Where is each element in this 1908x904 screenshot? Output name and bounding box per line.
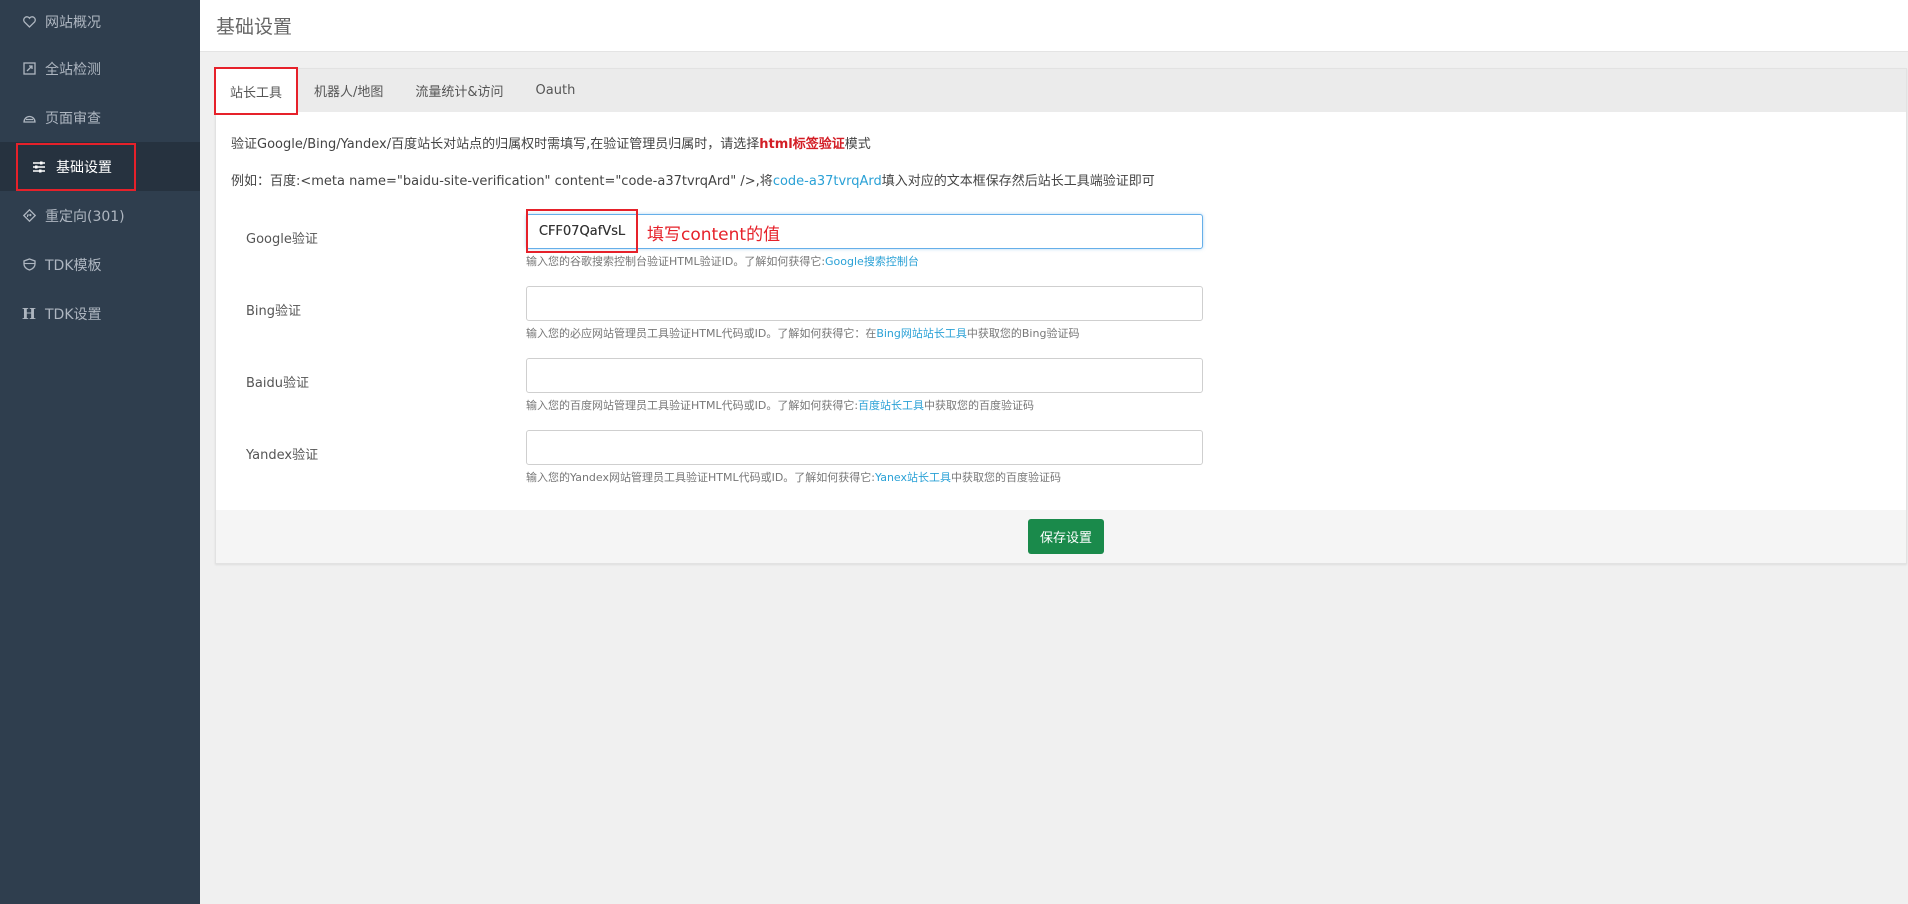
intro-text: 模式 xyxy=(844,137,871,152)
help-text: 中获取您的百度验证码 xyxy=(924,399,1035,412)
google-verification-input[interactable] xyxy=(526,214,1203,249)
sidebar-item-label: TDK设置 xyxy=(45,306,102,323)
yandex-webmaster-link[interactable]: Yanex站长工具 xyxy=(875,471,951,484)
google-help-text: 输入您的谷歌搜索控制台验证HTML验证ID。了解如何获得它:Google搜索控制… xyxy=(526,253,919,269)
bing-verification-row: Bing验证 输入您的必应网站管理员工具验证HTML代码或ID。了解如何获得它：… xyxy=(231,286,1891,358)
google-search-console-link[interactable]: Google搜索控制台 xyxy=(825,255,919,268)
tab-bar: 站长工具 机器人/地图 流量统计&访问 Oauth xyxy=(214,67,1906,115)
html-tag-verification-emphasis: html标签验证 xyxy=(759,137,845,152)
example-text: 例如：百度:<meta name="baidu-site-verificatio… xyxy=(231,174,773,189)
sidebar-item-page-review[interactable]: 页面审查 xyxy=(0,93,200,142)
heading-icon: H xyxy=(21,304,37,323)
yandex-label: Yandex验证 xyxy=(246,448,319,463)
tab-webmaster-tools[interactable]: 站长工具 xyxy=(214,67,299,115)
bing-help-text: 输入您的必应网站管理员工具验证HTML代码或ID。了解如何获得它：在Bing网站… xyxy=(526,325,1079,341)
help-text: 输入您的Yandex网站管理员工具验证HTML代码或ID。了解如何获得它: xyxy=(526,471,876,484)
sidebar-item-basic-settings[interactable]: 基础设置 xyxy=(0,142,200,191)
google-label: Google验证 xyxy=(246,232,318,247)
intro-line-1: 验证Google/Bing/Yandex/百度站长对站点的归属权时需填写,在验证… xyxy=(231,133,1891,152)
page-title: 基础设置 xyxy=(216,16,293,38)
tab-robots-sitemap[interactable]: 机器人/地图 xyxy=(298,69,399,112)
baidu-verification-input[interactable] xyxy=(526,358,1203,393)
highlight-box xyxy=(16,143,136,191)
sidebar-item-label: 重定向(301) xyxy=(45,208,125,225)
shield-icon xyxy=(22,258,36,272)
annotation-text: 填写content的值 xyxy=(647,225,781,245)
settings-panel: 站长工具 机器人/地图 流量统计&访问 Oauth 验证Google/Bing/… xyxy=(214,67,1907,564)
tab-traffic-stats[interactable]: 流量统计&访问 xyxy=(399,69,519,112)
sidebar-item-label: 页面审查 xyxy=(45,110,101,127)
help-text: 输入您的必应网站管理员工具验证HTML代码或ID。了解如何获得它：在 xyxy=(526,327,877,340)
page-header: 基础设置 xyxy=(200,0,1908,52)
baidu-help-text: 输入您的百度网站管理员工具验证HTML代码或ID。了解如何获得它:百度站长工具中… xyxy=(526,397,1034,413)
sidebar-item-tdk-template[interactable]: TDK模板 xyxy=(0,240,200,289)
bing-webmaster-link[interactable]: Bing网站站长工具 xyxy=(876,327,967,340)
sidebar-item-label: 网站概况 xyxy=(45,15,101,31)
form-footer: 保存设置 xyxy=(216,510,1906,563)
baidu-label: Baidu验证 xyxy=(246,376,309,391)
sidebar-item-overview[interactable]: 网站概况 xyxy=(0,0,200,44)
sidebar-item-label: 全站检测 xyxy=(45,61,101,78)
example-code: code-a37tvrqArd xyxy=(772,174,882,189)
help-text: 输入您的谷歌搜索控制台验证HTML验证ID。了解如何获得它: xyxy=(526,255,826,268)
tab-oauth[interactable]: Oauth xyxy=(520,69,592,112)
sidebar-item-site-check[interactable]: 全站检测 xyxy=(0,44,200,93)
intro-text: 验证Google/Bing/Yandex/百度站长对站点的归属权时需填写,在验证… xyxy=(231,137,760,152)
example-text: 填入对应的文本框保存然后站长工具端验证即可 xyxy=(881,174,1155,189)
yandex-verification-row: Yandex验证 输入您的Yandex网站管理员工具验证HTML代码或ID。了解… xyxy=(231,430,1891,502)
main-content: 基础设置 站长工具 机器人/地图 流量统计&访问 Oauth 验证Google/… xyxy=(200,0,1908,904)
sidebar: 网站概况 全站检测 页面审查 基础设置 重定向(301) TDK模板 H TDK… xyxy=(0,0,200,904)
baidu-verification-row: Baidu验证 输入您的百度网站管理员工具验证HTML代码或ID。了解如何获得它… xyxy=(231,358,1891,430)
sidebar-item-label: TDK模板 xyxy=(45,257,102,274)
sidebar-item-redirect[interactable]: 重定向(301) xyxy=(0,191,200,240)
panel-body: 验证Google/Bing/Yandex/百度站长对站点的归属权时需填写,在验证… xyxy=(216,133,1906,502)
heart-icon xyxy=(22,15,36,29)
bing-label: Bing验证 xyxy=(246,304,302,319)
help-text: 中获取您的百度验证码 xyxy=(951,471,1062,484)
google-verification-row: Google验证 CFF07QafVsL 填写content的值 输入您的谷歌搜… xyxy=(231,209,1891,286)
help-text: 中获取您的Bing验证码 xyxy=(966,327,1080,340)
baidu-webmaster-link[interactable]: 百度站长工具 xyxy=(858,399,924,412)
yandex-help-text: 输入您的Yandex网站管理员工具验证HTML代码或ID。了解如何获得它:Yan… xyxy=(526,469,1061,485)
save-settings-button[interactable]: 保存设置 xyxy=(1027,519,1104,554)
gauge-icon xyxy=(22,111,36,125)
diamond-arrow-icon xyxy=(22,209,36,223)
intro-line-2: 例如：百度:<meta name="baidu-site-verificatio… xyxy=(231,170,1891,189)
help-text: 输入您的百度网站管理员工具验证HTML代码或ID。了解如何获得它: xyxy=(526,399,859,412)
sidebar-item-tdk-settings[interactable]: H TDK设置 xyxy=(0,289,200,338)
yandex-verification-input[interactable] xyxy=(526,430,1203,465)
bing-verification-input[interactable] xyxy=(526,286,1203,321)
external-link-icon xyxy=(22,62,36,76)
